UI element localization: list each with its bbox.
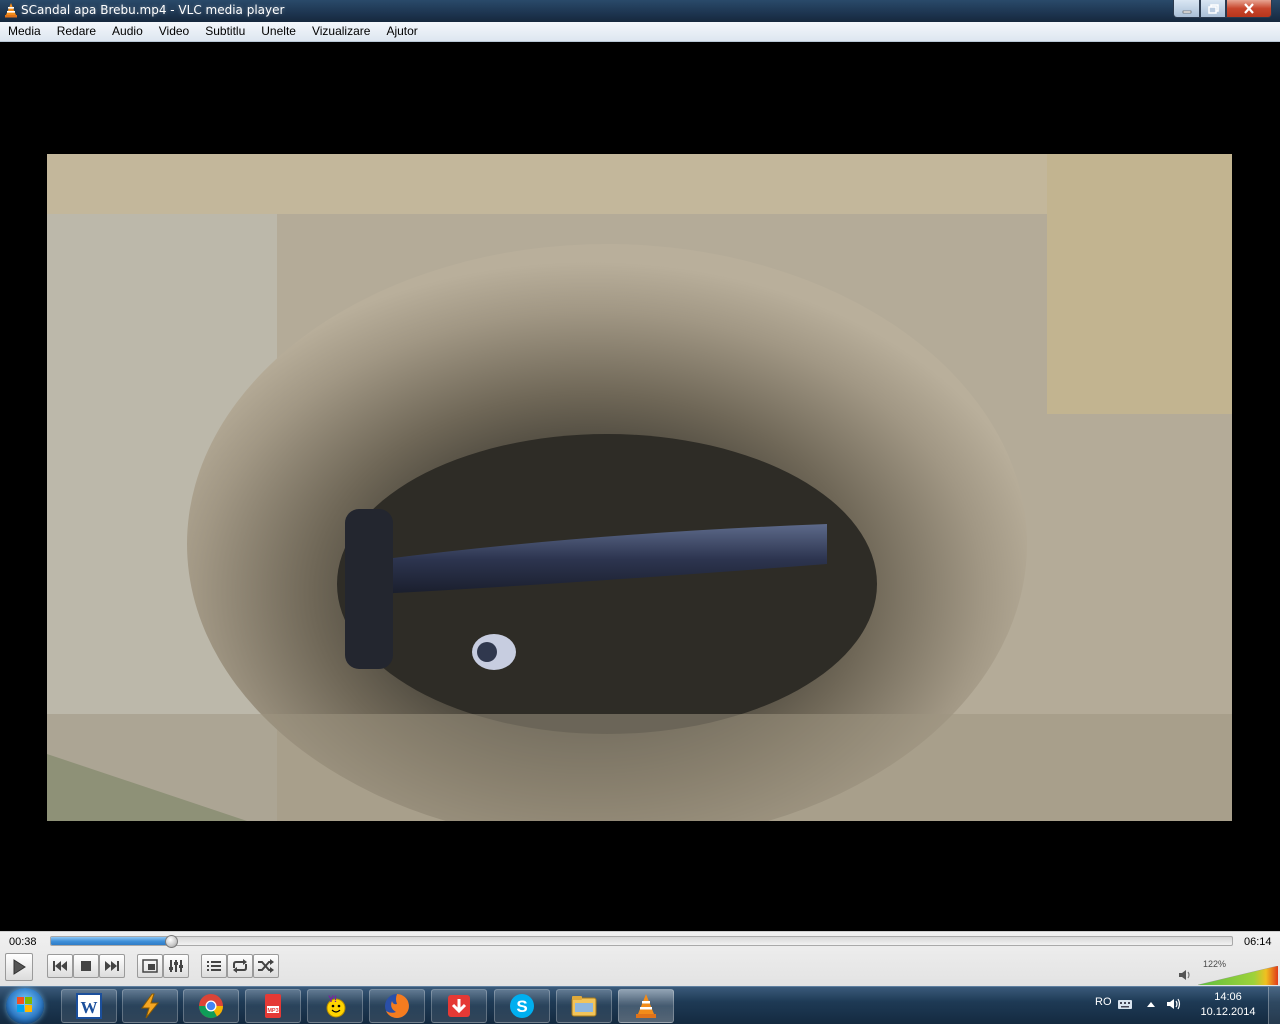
taskbar-firefox[interactable] [369, 989, 425, 1023]
previous-icon [53, 961, 67, 971]
mp3-converter-icon: MP3 [265, 994, 281, 1018]
svg-text:Y!: Y! [328, 994, 337, 1004]
stop-button[interactable] [73, 954, 99, 978]
download-icon [448, 995, 470, 1017]
menu-audio[interactable]: Audio [104, 22, 151, 42]
menu-video[interactable]: Video [151, 22, 197, 42]
language-indicator[interactable]: RO [1095, 996, 1112, 1008]
video-frame [47, 154, 1232, 821]
menu-bar: Media Redare Audio Video Subtitlu Unelte… [0, 22, 1280, 42]
next-button[interactable] [99, 954, 125, 978]
taskbar-chrome[interactable] [183, 989, 239, 1023]
vlc-icon [636, 994, 656, 1018]
file-explorer-icon [571, 996, 597, 1017]
menu-vizualizare[interactable]: Vizualizare [304, 22, 378, 42]
clock-date: 10.12.2014 [1200, 1006, 1256, 1018]
extended-settings-icon [169, 960, 183, 972]
show-desktop-button[interactable] [1268, 987, 1280, 1024]
restore-icon [1207, 3, 1219, 14]
clock-time: 14:06 [1214, 991, 1242, 1003]
menu-media[interactable]: Media [0, 22, 49, 42]
taskbar-skype[interactable]: S [494, 989, 550, 1023]
seek-progress [51, 937, 172, 945]
menu-unelte[interactable]: Unelte [253, 22, 304, 42]
play-button[interactable] [5, 953, 33, 981]
skype-icon: S [510, 994, 534, 1018]
restore-button[interactable] [1200, 0, 1226, 18]
chrome-icon [199, 994, 223, 1019]
next-icon [105, 961, 119, 971]
shuffle-button[interactable] [253, 954, 279, 978]
menu-ajutor[interactable]: Ajutor [378, 22, 425, 42]
svg-text:S: S [516, 997, 527, 1016]
winamp-icon [141, 993, 160, 1019]
taskbar-winamp[interactable] [122, 989, 178, 1023]
playlist-button[interactable] [201, 954, 227, 978]
taskbar-clock[interactable]: 14:06 10.12.2014 [1196, 990, 1260, 1020]
fullscreen-button[interactable] [137, 954, 163, 978]
svg-text:W: W [81, 998, 98, 1017]
window-title: SCandal apa Brebu.mp4 - VLC media player [21, 3, 285, 17]
taskbar-mp3-converter[interactable]: MP3 [245, 989, 301, 1023]
title-bar: SCandal apa Brebu.mp4 - VLC media player [0, 0, 1280, 22]
total-time: 06:14 [1244, 936, 1272, 948]
chevron-up-icon[interactable] [1143, 997, 1159, 1011]
extended-settings-button[interactable] [163, 954, 189, 978]
menu-subtitlu[interactable]: Subtitlu [197, 22, 253, 42]
playlist-icon [207, 961, 221, 971]
close-icon [1244, 3, 1254, 14]
minimize-icon [1182, 10, 1191, 13]
word-icon: W [76, 993, 102, 1019]
fullscreen-icon [142, 959, 158, 973]
previous-button[interactable] [47, 954, 73, 978]
minimize-button[interactable] [1173, 0, 1200, 18]
video-area[interactable] [0, 43, 1280, 931]
taskbar-yahoo-messenger[interactable]: Y! [307, 989, 363, 1023]
seek-handle[interactable] [165, 935, 179, 948]
taskbar-vlc[interactable] [618, 989, 674, 1023]
loop-icon [233, 959, 247, 973]
yahoo-messenger-icon: Y! [326, 994, 346, 1018]
taskbar-word[interactable]: W [61, 989, 117, 1023]
loop-button[interactable] [227, 954, 253, 978]
volume-slider[interactable] [1198, 966, 1278, 985]
shuffle-icon [258, 959, 274, 973]
taskbar: W MP3 Y! S RO 14:06 10.12.2014 [0, 986, 1280, 1024]
firefox-icon [385, 994, 409, 1018]
svg-text:MP3: MP3 [267, 1008, 278, 1014]
play-icon [13, 959, 26, 975]
windows-logo-icon [17, 997, 32, 1012]
close-button[interactable] [1226, 0, 1272, 18]
speaker-icon[interactable] [1178, 968, 1192, 982]
seek-bar[interactable] [50, 935, 1233, 948]
keyboard-icon[interactable] [1117, 997, 1133, 1011]
taskbar-file-explorer[interactable] [556, 989, 612, 1023]
taskbar-downloader[interactable] [431, 989, 487, 1023]
vlc-cone-icon [5, 3, 17, 18]
player-controls: 00:38 06:14 122% [0, 931, 1280, 986]
menu-redare[interactable]: Redare [49, 22, 104, 42]
stop-icon [81, 961, 91, 971]
elapsed-time: 00:38 [9, 936, 37, 948]
start-button[interactable] [6, 988, 44, 1024]
volume-tray-icon[interactable] [1166, 997, 1182, 1011]
